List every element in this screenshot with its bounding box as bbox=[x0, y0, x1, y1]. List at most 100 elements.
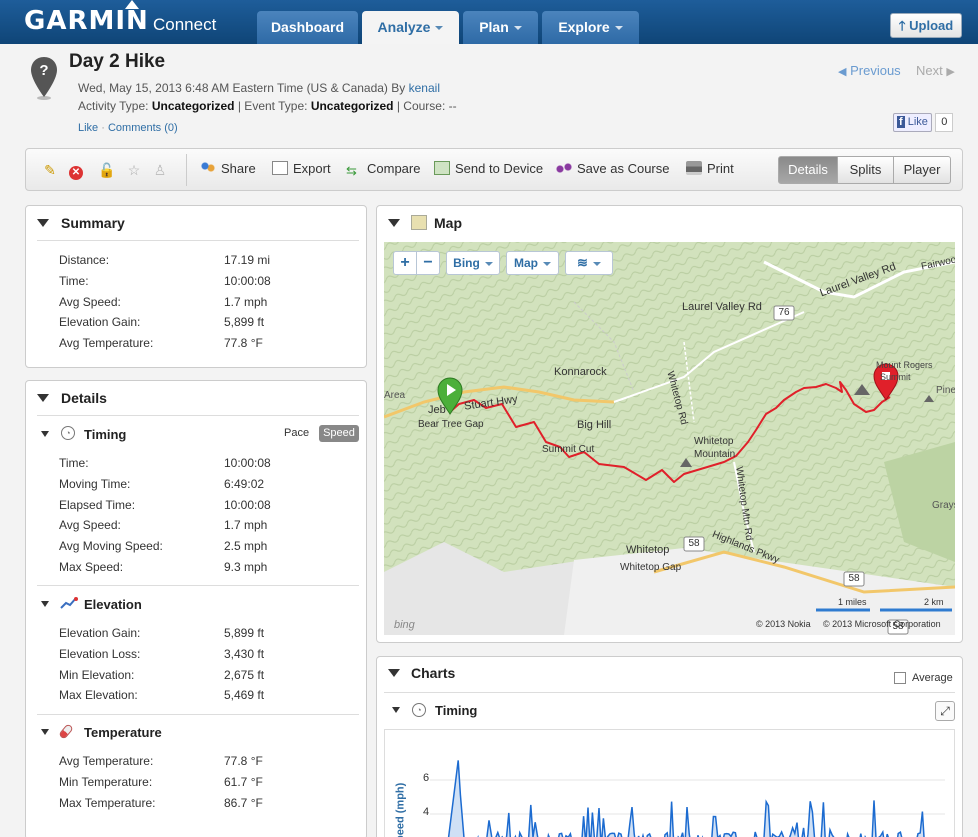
map-zoom-in-button[interactable]: + bbox=[393, 251, 417, 275]
map-label-whitetop-mountain: Whitetop bbox=[694, 436, 734, 447]
toolbar-divider bbox=[186, 154, 187, 186]
course-label: | Course: -- bbox=[396, 99, 457, 113]
chevron-down-icon bbox=[513, 26, 522, 31]
stat-label: Max Elevation: bbox=[59, 688, 138, 703]
timing-section-title: Timing bbox=[84, 427, 127, 442]
view-player-button[interactable]: Player bbox=[893, 156, 951, 184]
collapse-triangle-icon[interactable] bbox=[37, 394, 49, 402]
details-title: Details bbox=[61, 390, 107, 406]
nav-tab-analyze[interactable]: Analyze bbox=[362, 11, 459, 44]
map-label-whitetop: Whitetop bbox=[626, 544, 670, 556]
map-label-mountain: Mountain bbox=[694, 449, 736, 460]
activity-type-line: Activity Type: Uncategorized | Event Typ… bbox=[78, 99, 457, 113]
send-to-device-button[interactable]: Send to Device bbox=[434, 161, 543, 176]
garmin-logo[interactable]: GARMIN bbox=[24, 6, 149, 36]
map-label-konnarock: Konnarock bbox=[554, 366, 607, 378]
facebook-like-button[interactable]: f Like 0 bbox=[893, 113, 954, 132]
stat-label: Min Temperature: bbox=[59, 774, 153, 789]
map-canvas[interactable] bbox=[384, 242, 955, 635]
map-zoom-out-button[interactable]: − bbox=[416, 251, 440, 275]
top-navigation-bar: GARMIN Connect Dashboard Analyze Plan Ex… bbox=[0, 0, 978, 44]
collapse-triangle-icon[interactable] bbox=[388, 219, 400, 227]
bing-logo: bing bbox=[394, 619, 415, 631]
chevron-down-icon bbox=[543, 261, 551, 266]
stat-value: 77.8 °F bbox=[224, 336, 263, 351]
view-details-button[interactable]: Details bbox=[778, 156, 838, 184]
speed-toggle[interactable]: Speed bbox=[319, 425, 359, 442]
speed-series-line bbox=[447, 760, 925, 837]
y-tick-label: 4 bbox=[423, 806, 430, 818]
facebook-icon: f bbox=[897, 116, 905, 128]
collapse-triangle-icon[interactable] bbox=[37, 219, 49, 227]
comments-link[interactable]: Comments (0) bbox=[108, 122, 178, 134]
collapse-triangle-icon[interactable] bbox=[388, 669, 400, 677]
speed-chart[interactable]: 6 4 Speed (mph) bbox=[384, 729, 955, 837]
summary-title: Summary bbox=[61, 215, 125, 231]
badge-icon[interactable]: ♙ bbox=[152, 162, 168, 178]
fb-like-label: Like bbox=[907, 116, 928, 128]
svg-text:?: ? bbox=[39, 62, 48, 79]
logo-connect-text: Connect bbox=[153, 15, 217, 34]
event-type-value[interactable]: Uncategorized bbox=[311, 99, 394, 113]
route-58-shield: 58 bbox=[688, 538, 700, 549]
divider bbox=[37, 585, 359, 586]
author-link[interactable]: kenail bbox=[409, 81, 440, 95]
map-label-grays: Grays bbox=[932, 500, 955, 511]
scale-km-label: 2 km bbox=[924, 597, 944, 607]
chevron-down-icon bbox=[614, 26, 623, 31]
delete-icon[interactable]: ✕ bbox=[68, 162, 84, 180]
send-device-icon bbox=[434, 161, 450, 175]
activity-type-value[interactable]: Uncategorized bbox=[152, 99, 235, 113]
collapse-triangle-icon[interactable] bbox=[41, 431, 49, 437]
divider bbox=[37, 714, 359, 715]
stat-label: Avg Speed: bbox=[59, 294, 121, 309]
map-label-pine: Pine bbox=[936, 385, 955, 396]
map-type-dropdown[interactable]: Map bbox=[506, 251, 559, 275]
charts-title: Charts bbox=[411, 665, 456, 681]
nav-tab-explore[interactable]: Explore bbox=[542, 11, 639, 44]
lock-icon[interactable]: 🔓 bbox=[98, 162, 115, 178]
view-splits-button[interactable]: Splits bbox=[837, 156, 894, 184]
scale-miles-label: 1 miles bbox=[838, 597, 867, 607]
stat-value: 77.8 °F bbox=[224, 754, 263, 768]
like-link[interactable]: Like bbox=[78, 122, 98, 134]
map-layers-dropdown[interactable]: ≋ bbox=[565, 251, 613, 275]
edit-pencil-icon[interactable]: ✎ bbox=[42, 162, 58, 178]
upload-button[interactable]: 🡑 Upload bbox=[890, 13, 962, 38]
map-provider-dropdown[interactable]: Bing bbox=[446, 251, 500, 275]
compare-button[interactable]: ⇆ Compare bbox=[346, 161, 420, 178]
save-course-label: Save as Course bbox=[577, 161, 670, 176]
export-button[interactable]: Export bbox=[272, 161, 331, 176]
stat-value: 1.7 mph bbox=[224, 294, 268, 309]
elevation-chart-icon bbox=[60, 597, 78, 609]
activity-map[interactable]: Laurel Valley Rd Laurel Valley Rd Fairwo… bbox=[384, 242, 955, 635]
save-as-course-button[interactable]: Save as Course bbox=[556, 161, 670, 176]
print-button[interactable]: Print bbox=[686, 161, 734, 176]
stat-value: 2,675 ft bbox=[224, 667, 265, 682]
collapse-triangle-icon[interactable] bbox=[41, 601, 49, 607]
share-button[interactable]: Share bbox=[200, 161, 256, 176]
stat-label: Max Speed: bbox=[59, 560, 124, 574]
divider bbox=[37, 240, 359, 241]
speed-chart-canvas[interactable] bbox=[385, 730, 955, 837]
pace-toggle[interactable]: Pace bbox=[284, 427, 309, 439]
compare-label: Compare bbox=[367, 161, 421, 176]
nav-tab-dashboard[interactable]: Dashboard bbox=[257, 11, 358, 44]
stat-value: 5,899 ft bbox=[224, 315, 265, 330]
map-label-whitetop-gap: Whitetop Gap bbox=[620, 562, 682, 573]
nav-tab-plan[interactable]: Plan bbox=[463, 11, 538, 44]
activity-toolbar: ✎ ✕ 🔓 ☆ ♙ Share Export ⇆ Compare Send to … bbox=[25, 148, 963, 191]
average-checkbox[interactable] bbox=[894, 672, 906, 684]
compare-arrows-icon: ⇆ bbox=[346, 163, 357, 178]
previous-link[interactable]: ◀ Previous bbox=[838, 63, 901, 78]
event-type-label: | Event Type: bbox=[237, 99, 308, 113]
collapse-triangle-icon[interactable] bbox=[392, 707, 400, 713]
star-icon[interactable]: ☆ bbox=[126, 162, 142, 178]
stat-label: Avg Moving Speed: bbox=[59, 539, 163, 554]
activity-title[interactable]: Day 2 Hike bbox=[69, 51, 165, 73]
expand-chart-icon[interactable]: ⤢ bbox=[935, 701, 955, 721]
activity-datetime: Wed, May 15, 2013 6:48 AM Eastern Time (… bbox=[78, 81, 406, 95]
collapse-triangle-icon[interactable] bbox=[41, 729, 49, 735]
map-copyright-nokia: © 2013 Nokia bbox=[756, 619, 811, 629]
next-link[interactable]: Next ▶ bbox=[916, 63, 955, 78]
